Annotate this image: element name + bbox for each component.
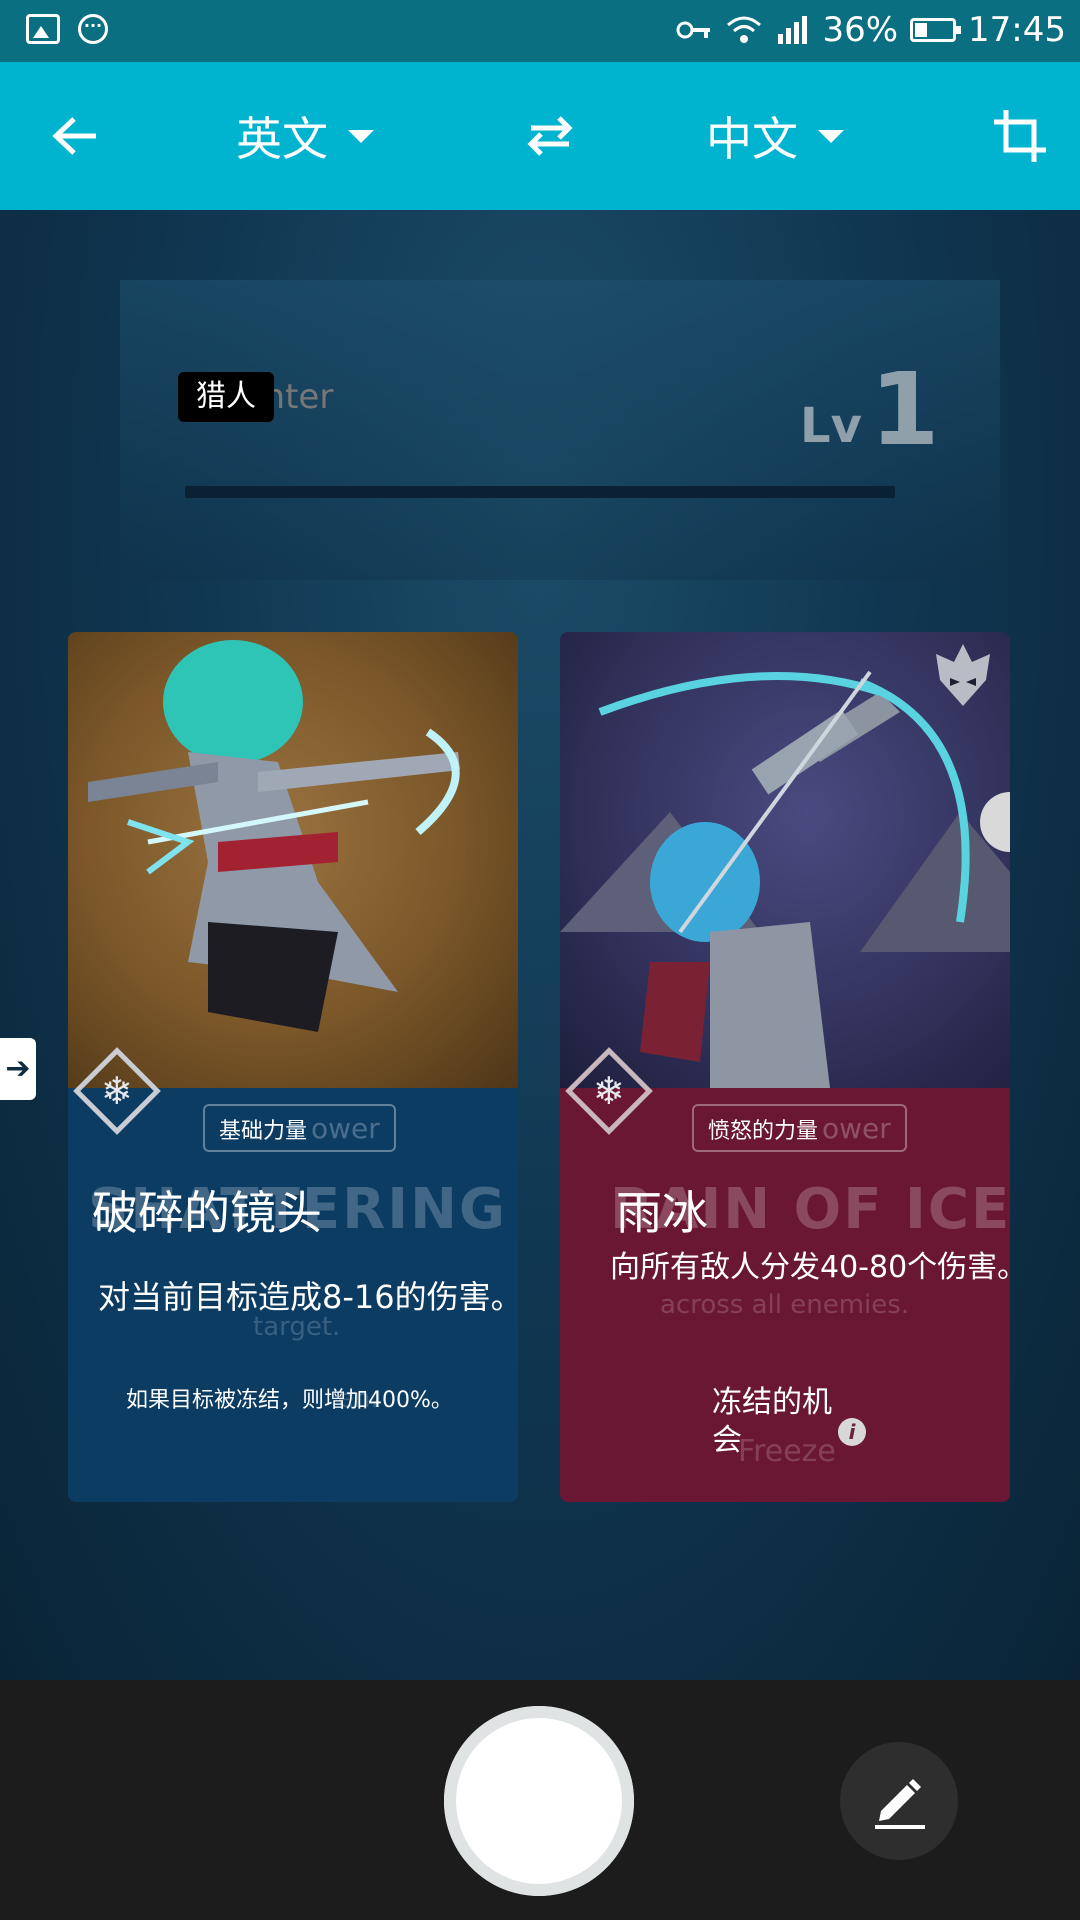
wifi-icon	[727, 16, 762, 43]
source-language-select[interactable]: 英文	[225, 62, 385, 210]
back-arrow-icon	[52, 117, 96, 155]
character-name-translation: 猎人	[178, 372, 274, 422]
card-art	[68, 632, 518, 1088]
battery-icon	[910, 18, 962, 42]
demon-helmet-icon	[936, 644, 990, 706]
power-type-badge: 愤怒的力量 ower	[692, 1104, 907, 1152]
vpn-key-icon	[676, 21, 711, 39]
power-type-original: ower	[822, 1112, 891, 1145]
archer-illustration	[88, 640, 460, 1032]
power-card-shattering-shot: ❄ 基础力量ower SHATTERING SHOT 破碎的镜头 target.…	[68, 632, 518, 1502]
card-description-original: across all enemies.	[660, 1290, 910, 1320]
camera-controls	[0, 1680, 1080, 1920]
signal-icon	[778, 16, 808, 44]
chevron-down-icon	[818, 129, 844, 143]
translate-toolbar: 英文 中文	[0, 62, 1080, 210]
swap-languages-button[interactable]	[510, 62, 590, 210]
crop-icon	[994, 110, 1046, 162]
shutter-button[interactable]	[444, 1706, 634, 1896]
power-card-rain-of-ice: ❄ 愤怒的力量 ower RAIN OF ICE 雨冰 across all en…	[560, 632, 1010, 1502]
pencil-icon	[875, 1779, 925, 1829]
card-extra-translation: 冻结的机 会	[712, 1385, 832, 1458]
chevron-down-icon	[348, 129, 374, 143]
card-extra-translation: 如果目标被冻结，则增加400%。	[126, 1388, 453, 1413]
target-language-label: 中文	[706, 112, 798, 166]
source-language-label: 英文	[236, 112, 328, 166]
message-icon: ···	[78, 14, 108, 44]
experience-bar	[185, 486, 895, 498]
power-type-label: 基础力量	[219, 1119, 308, 1144]
level-value: 1	[869, 351, 940, 468]
card-description-translation: 向所有敌人分发40-80个伤害。	[610, 1250, 1010, 1285]
crop-button[interactable]	[980, 62, 1060, 210]
power-type-label: 愤怒的力量	[708, 1119, 819, 1144]
power-type-original: ower	[311, 1112, 380, 1145]
target-language-select[interactable]: 中文	[695, 62, 855, 210]
image-icon	[26, 14, 60, 44]
swap-icon	[527, 116, 573, 156]
level-display: Lv 1	[800, 360, 939, 460]
camera-preview: unter 猎人 Lv 1 ➔ ❄ 基础力量 ower SHATTERING 破…	[0, 210, 1080, 1680]
back-button[interactable]	[30, 62, 120, 210]
clock: 17:45	[968, 10, 1066, 50]
level-prefix: Lv	[800, 398, 862, 454]
power-type-badge: 基础力量 ower	[203, 1104, 396, 1152]
status-bar: ··· 36% 17:45	[0, 0, 1080, 62]
card-title-translation: 雨冰	[616, 1186, 708, 1240]
side-arrow-icon: ➔	[0, 1038, 36, 1100]
info-icon[interactable]: i	[838, 1418, 866, 1446]
card-title-translation: 破碎的镜头	[92, 1186, 322, 1240]
card-description-translation: 对当前目标造成8-16的伤害。	[98, 1278, 518, 1316]
battery-percent: 36%	[822, 10, 899, 50]
edit-button[interactable]	[840, 1742, 958, 1860]
